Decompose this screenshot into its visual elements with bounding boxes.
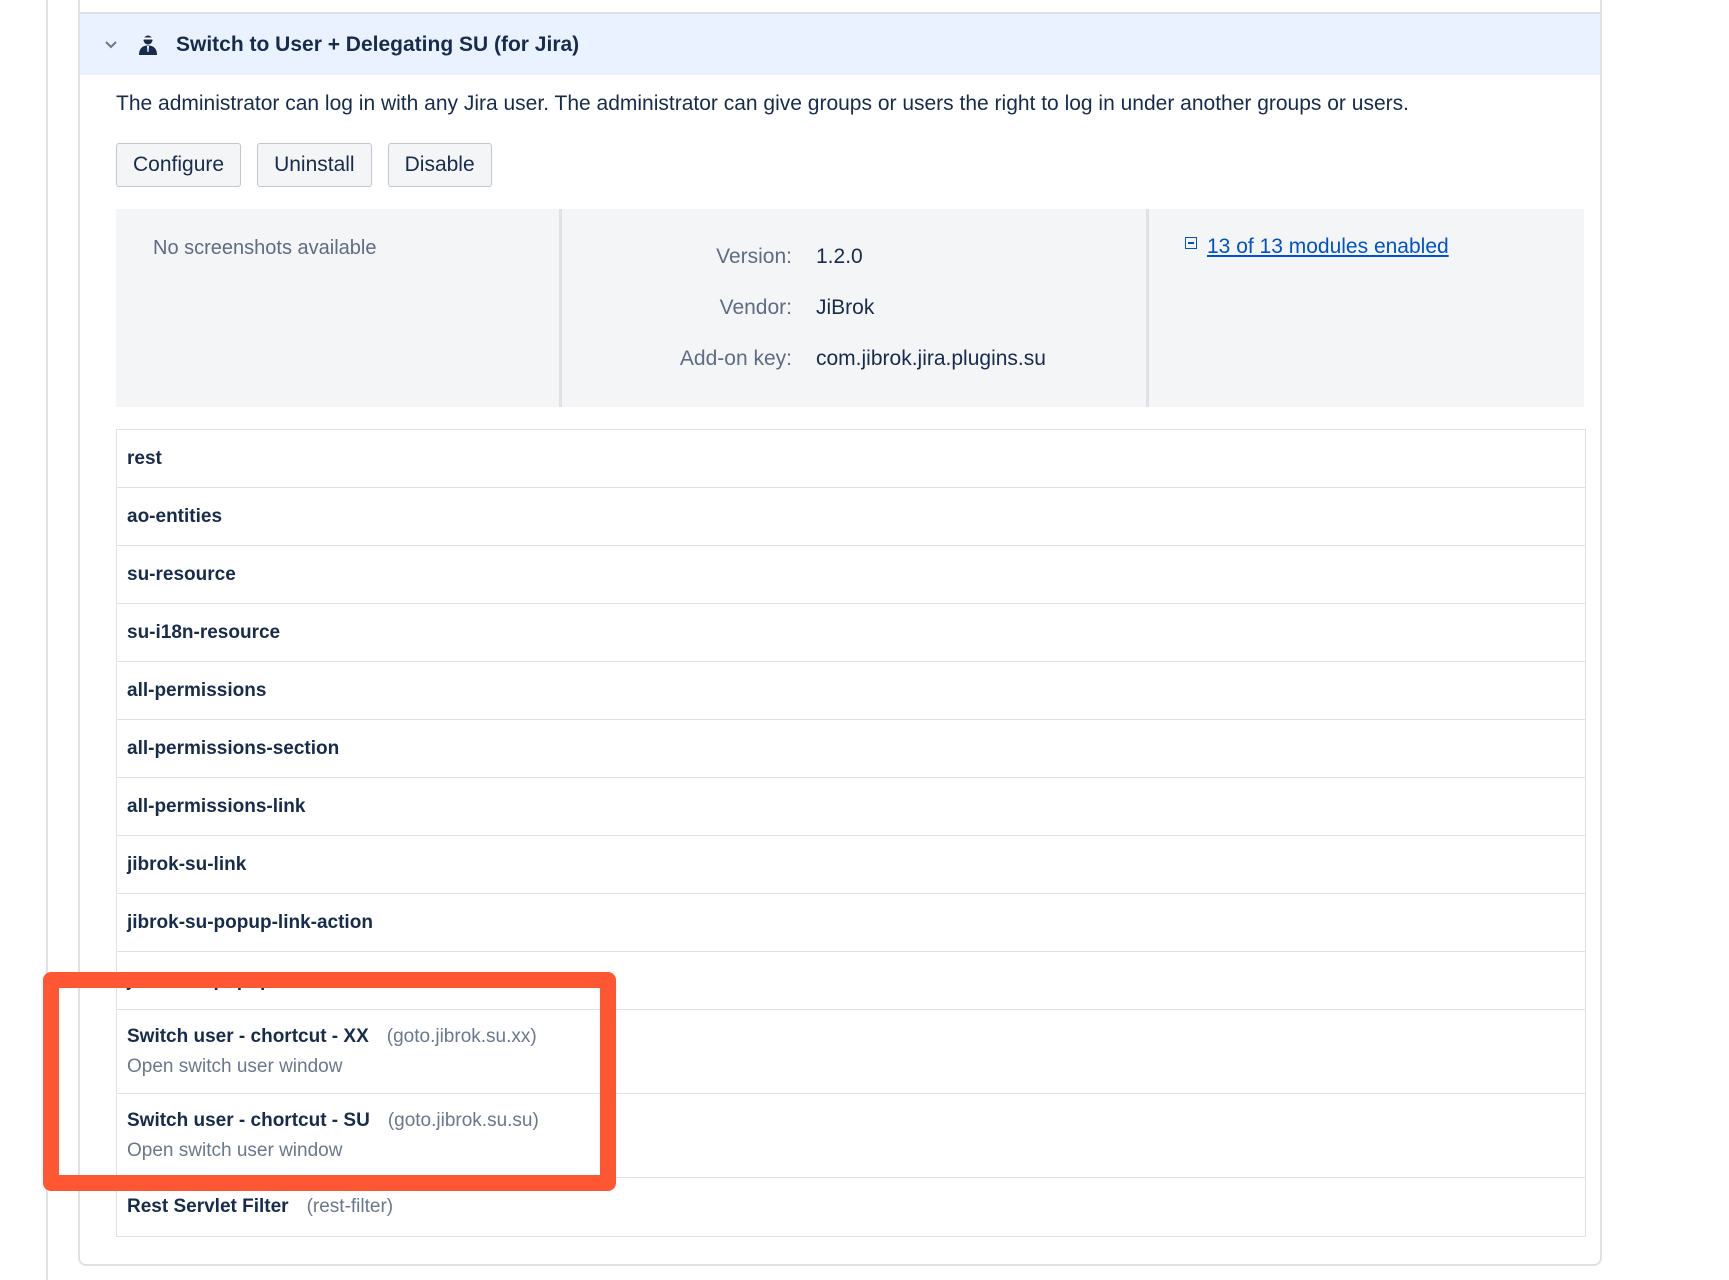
module-name: Rest Servlet Filter [127, 1196, 289, 1217]
module-row: ao-entities [117, 488, 1585, 546]
module-name: Switch user - chortcut - SU [127, 1109, 370, 1131]
addon-header[interactable]: Switch to User + Delegating SU (for Jira… [80, 12, 1600, 75]
addon-description: The administrator can log in with any Ji… [116, 92, 1409, 115]
addon-actions: Configure Uninstall Disable [116, 143, 508, 187]
module-description: Open switch user window [127, 1055, 343, 1077]
vendor-label: Vendor: [719, 296, 792, 319]
module-description: Open switch user window [127, 1139, 343, 1161]
chevron-down-icon[interactable] [96, 40, 126, 49]
screenshots-area: No screenshots available [116, 209, 559, 407]
uninstall-button[interactable]: Uninstall [257, 143, 372, 187]
module-row: su-i18n-resource [117, 604, 1585, 662]
modules-toggle[interactable]: 13 of 13 modules enabled [1185, 235, 1449, 259]
module-row: jibrok-su-link [117, 836, 1585, 894]
module-name: all-permissions-link [127, 795, 306, 817]
agent-user-icon [136, 32, 162, 58]
module-row: all-permissions-section [117, 720, 1585, 778]
addon-panel: Switch to User + Delegating SU (for Jira… [78, 0, 1602, 1266]
module-key: (goto.jibrok.su.xx) [386, 1025, 537, 1047]
configure-button[interactable]: Configure [116, 143, 242, 187]
module-row: all-permissions-link [117, 778, 1585, 836]
modules-enabled-link[interactable]: 13 of 13 modules enabled [1207, 235, 1449, 259]
module-row: rest [117, 430, 1585, 488]
vendor-row: Vendor: JiBrok [562, 296, 1146, 320]
modules-summary: 13 of 13 modules enabled [1149, 209, 1584, 407]
addon-key-label: Add-on key: [679, 347, 792, 370]
addon-key-row: Add-on key: com.jibrok.jira.plugins.su [562, 347, 1146, 371]
addon-metadata: Version: 1.2.0 Vendor: JiBrok Add-on key… [559, 209, 1149, 407]
module-name: jibrok-su-link [127, 853, 247, 875]
addon-title: Switch to User + Delegating SU (for Jira… [176, 32, 580, 56]
module-name: rest [127, 447, 162, 469]
module-list: rest ao-entities su-resource su-i18n-res… [116, 429, 1586, 1237]
module-row: su-resource [117, 546, 1585, 604]
module-name: jibrok-su-popup-link-action [127, 911, 373, 933]
module-name: jibrok-su-popup-link [127, 969, 311, 991]
no-screenshots-text: No screenshots available [153, 237, 377, 259]
module-name: Switch user - chortcut - XX [127, 1025, 369, 1047]
module-row: Switch user - chortcut - XX (goto.jibrok… [117, 1010, 1585, 1094]
module-row: jibrok-su-popup-link-action [117, 894, 1585, 952]
module-row: jibrok-su-popup-link [117, 952, 1585, 1010]
disable-button[interactable]: Disable [387, 143, 492, 187]
module-row: all-permissions [117, 662, 1585, 720]
addon-info: No screenshots available Version: 1.2.0 … [116, 209, 1584, 407]
collapse-icon[interactable] [1185, 237, 1197, 249]
module-row: Rest Servlet Filter (rest-filter) [117, 1178, 1585, 1236]
module-name: all-permissions-section [127, 737, 340, 759]
module-name: su-i18n-resource [127, 621, 281, 643]
module-row: Switch user - chortcut - SU (goto.jibrok… [117, 1094, 1585, 1178]
module-name: su-resource [127, 563, 236, 585]
module-name: ao-entities [127, 505, 223, 527]
addon-key-value: com.jibrok.jira.plugins.su [816, 347, 1046, 370]
version-value: 1.2.0 [816, 245, 863, 268]
module-key: (goto.jibrok.su.su) [387, 1109, 539, 1131]
version-row: Version: 1.2.0 [562, 245, 1146, 269]
module-name: all-permissions [127, 679, 267, 701]
left-border [46, 0, 48, 1280]
vendor-value: JiBrok [816, 296, 875, 319]
module-key: (rest-filter) [306, 1196, 394, 1217]
version-label: Version: [716, 245, 792, 268]
